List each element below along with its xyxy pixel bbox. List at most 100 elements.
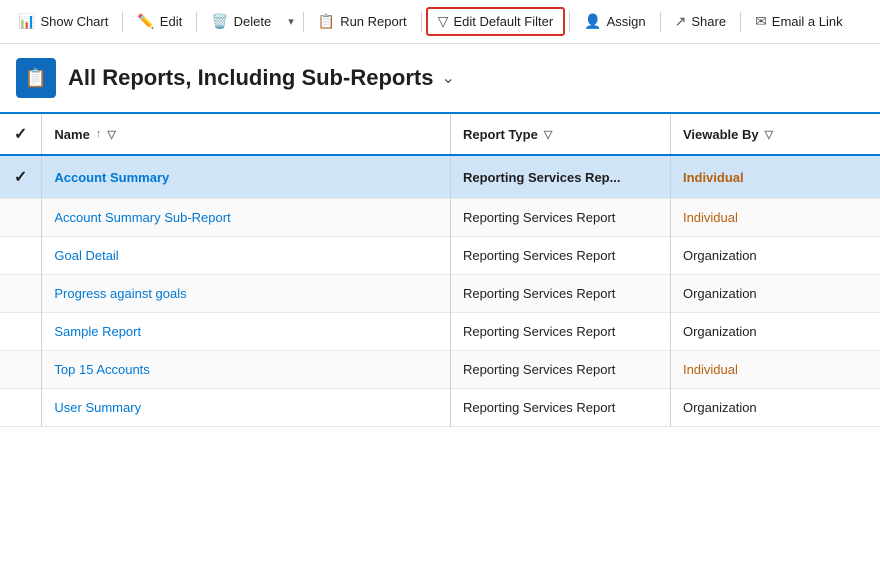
col-header-type: Report Type ▽ — [450, 113, 670, 155]
show-chart-button[interactable]: 📊 Show Chart — [8, 9, 118, 34]
row-type-cell: Reporting Services Report — [450, 351, 670, 389]
row-type-cell: Reporting Services Report — [450, 275, 670, 313]
row-type-cell: Reporting Services Report — [450, 199, 670, 237]
header-title-row: All Reports, Including Sub-Reports ⌄ — [68, 65, 455, 91]
viewable-by-value: Organization — [683, 286, 757, 301]
row-type-cell: Reporting Services Report — [450, 313, 670, 351]
row-check-cell: ✓ — [0, 155, 42, 199]
viewable-by-value: Organization — [683, 324, 757, 339]
table-row[interactable]: Goal Detail Reporting Services Report Orga… — [0, 237, 880, 275]
share-button[interactable]: ↗ Share — [665, 9, 736, 34]
table-row[interactable]: ✓ Account Summary Reporting Services Rep..… — [0, 155, 880, 199]
filter-icon: ▽ — [438, 13, 449, 30]
row-check-cell — [0, 351, 42, 389]
row-check-cell — [0, 237, 42, 275]
col-header-check: ✓ — [0, 113, 42, 155]
assign-icon: 👤 — [584, 13, 601, 30]
report-name-link[interactable]: Progress against goals — [54, 286, 186, 301]
report-type-value: Reporting Services Report — [463, 362, 615, 377]
row-viewable-cell: Organization — [670, 275, 880, 313]
email-icon: ✉ — [755, 13, 767, 30]
col-header-viewable: Viewable By ▽ — [670, 113, 880, 155]
delete-icon: 🗑️ — [211, 13, 228, 30]
toolbar-divider-1 — [122, 12, 123, 32]
share-icon: ↗ — [675, 13, 687, 30]
viewable-by-value: Organization — [683, 400, 757, 415]
row-name-cell: Progress against goals — [42, 275, 451, 313]
table-row[interactable]: Top 15 Accounts Reporting Services Report… — [0, 351, 880, 389]
row-name-cell: Sample Report — [42, 313, 451, 351]
row-viewable-cell: Individual — [670, 155, 880, 199]
report-type-value: Reporting Services Report — [463, 210, 615, 225]
row-type-cell: Reporting Services Report — [450, 389, 670, 427]
toolbar-divider-6 — [660, 12, 661, 32]
page-title: All Reports, Including Sub-Reports — [68, 65, 433, 91]
delete-button[interactable]: 🗑️ Delete — [201, 9, 281, 34]
header-dropdown-chevron[interactable]: ⌄ — [441, 68, 454, 88]
toolbar-divider-2 — [196, 12, 197, 32]
run-report-icon: 📋 — [318, 13, 335, 30]
email-link-button[interactable]: ✉ Email a Link — [745, 9, 853, 34]
row-viewable-cell: Organization — [670, 237, 880, 275]
table-row[interactable]: Account Summary Sub-Report Reporting Serv… — [0, 199, 880, 237]
report-name-link[interactable]: User Summary — [54, 400, 141, 415]
table-row[interactable]: Sample Report Reporting Services Report Or… — [0, 313, 880, 351]
row-viewable-cell: Individual — [670, 199, 880, 237]
row-name-cell: Goal Detail — [42, 237, 451, 275]
toolbar-divider-5 — [569, 12, 570, 32]
row-viewable-cell: Individual — [670, 351, 880, 389]
report-type-value: Reporting Services Report — [463, 286, 615, 301]
toolbar-divider-3 — [303, 12, 304, 32]
viewable-by-value: Organization — [683, 248, 757, 263]
page-header: 📋 All Reports, Including Sub-Reports ⌄ — [0, 44, 880, 112]
row-check-cell — [0, 313, 42, 351]
report-name-link[interactable]: Account Summary — [54, 170, 169, 185]
type-filter-icon[interactable]: ▽ — [544, 128, 552, 141]
report-type-value: Reporting Services Report — [463, 324, 615, 339]
toolbar: 📊 Show Chart ✏️ Edit 🗑️ Delete ▾ 📋 Run R… — [0, 0, 880, 44]
report-type-value: Reporting Services Report — [463, 248, 615, 263]
chart-icon: 📊 — [18, 13, 35, 30]
reports-table: ✓ Name ↑ ▽ Report Type ▽ — [0, 112, 880, 427]
table-header-row: ✓ Name ↑ ▽ Report Type ▽ — [0, 113, 880, 155]
toolbar-divider-7 — [740, 12, 741, 32]
edit-default-filter-button[interactable]: ▽ Edit Default Filter — [426, 7, 565, 36]
viewable-by-value: Individual — [683, 170, 744, 185]
report-name-link[interactable]: Goal Detail — [54, 248, 118, 263]
reports-icon: 📋 — [25, 68, 47, 89]
edit-button[interactable]: ✏️ Edit — [127, 9, 192, 34]
name-filter-icon[interactable]: ▽ — [107, 128, 115, 141]
row-name-cell: Account Summary — [42, 155, 451, 199]
table-row[interactable]: Progress against goals Reporting Services… — [0, 275, 880, 313]
row-type-cell: Reporting Services Rep... — [450, 155, 670, 199]
reports-table-container: ✓ Name ↑ ▽ Report Type ▽ — [0, 112, 880, 427]
row-check-cell — [0, 199, 42, 237]
row-name-cell: Account Summary Sub-Report — [42, 199, 451, 237]
name-sort-icon[interactable]: ↑ — [96, 128, 102, 140]
report-name-link[interactable]: Account Summary Sub-Report — [54, 210, 230, 225]
header-icon: 📋 — [16, 58, 56, 98]
row-viewable-cell: Organization — [670, 313, 880, 351]
row-check-cell — [0, 275, 42, 313]
viewable-filter-icon[interactable]: ▽ — [765, 128, 773, 141]
row-type-cell: Reporting Services Report — [450, 237, 670, 275]
table-row[interactable]: User Summary Reporting Services Report Org… — [0, 389, 880, 427]
col-header-name: Name ↑ ▽ — [42, 113, 451, 155]
header-checkmark[interactable]: ✓ — [14, 126, 27, 143]
viewable-by-value: Individual — [683, 362, 738, 377]
row-name-cell: User Summary — [42, 389, 451, 427]
report-name-link[interactable]: Top 15 Accounts — [54, 362, 149, 377]
row-viewable-cell: Organization — [670, 389, 880, 427]
row-check-cell — [0, 389, 42, 427]
assign-button[interactable]: 👤 Assign — [574, 9, 655, 34]
report-type-value: Reporting Services Report — [463, 400, 615, 415]
run-report-button[interactable]: 📋 Run Report — [308, 9, 417, 34]
report-name-link[interactable]: Sample Report — [54, 324, 141, 339]
toolbar-divider-4 — [421, 12, 422, 32]
row-name-cell: Top 15 Accounts — [42, 351, 451, 389]
table-body: ✓ Account Summary Reporting Services Rep..… — [0, 155, 880, 427]
more-actions-button[interactable]: ▾ — [283, 11, 299, 32]
row-checkmark[interactable]: ✓ — [14, 169, 27, 186]
edit-icon: ✏️ — [137, 13, 154, 30]
report-type-value: Reporting Services Rep... — [463, 170, 621, 185]
